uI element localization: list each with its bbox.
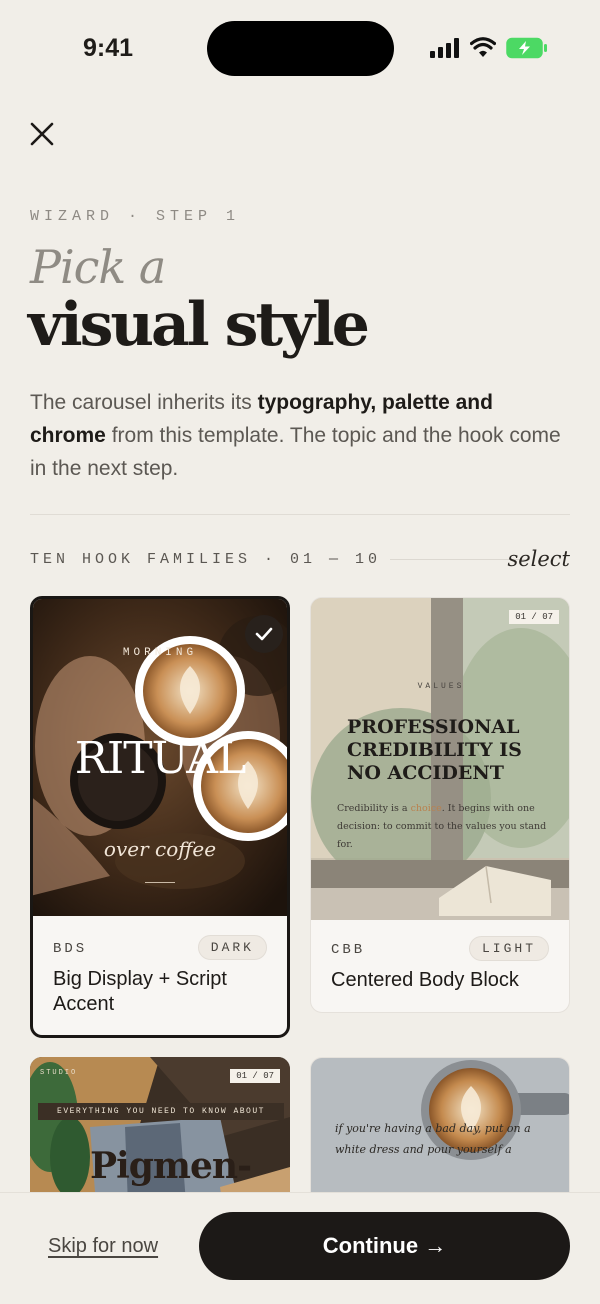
section-label: TEN HOOK FAMILIES · 01 — 10 xyxy=(30,551,382,568)
close-icon[interactable] xyxy=(26,118,58,150)
preview-body: Credibility is a choice. It begins with … xyxy=(337,803,547,850)
preview-kicker: VALUES xyxy=(417,682,465,691)
dynamic-island xyxy=(207,21,394,76)
wizard-step-label: WIZARD · STEP 1 xyxy=(30,208,241,225)
preview-quote: if you're having a bad day, put on a whi… xyxy=(335,1122,531,1156)
cellular-signal-icon xyxy=(430,38,459,58)
preview-banner: EVERYTHING YOU NEED TO KNOW ABOUT xyxy=(38,1103,284,1120)
card-preview: 01 / 07 VALUES PROFESSIONAL CREDIBILITY … xyxy=(311,598,569,920)
card-preview: MORNING RITUAL over coffee xyxy=(33,599,287,919)
preview-headline: Pigmen- xyxy=(90,1145,252,1187)
preview-headline: PROFESSIONAL CREDIBILITY IS NO ACCIDENT xyxy=(347,716,522,784)
style-card-bds[interactable]: MORNING RITUAL over coffee BDS DARK Big … xyxy=(30,596,290,1038)
slide-counter: 01 / 07 xyxy=(509,610,559,624)
status-bar: 9:41 xyxy=(0,0,600,100)
continue-button[interactable]: Continue → xyxy=(199,1212,570,1280)
theme-badge: DARK xyxy=(197,935,267,960)
bottom-action-bar: Skip for now Continue → xyxy=(0,1192,600,1304)
battery-charging-icon xyxy=(506,37,547,59)
wifi-icon xyxy=(470,37,496,57)
page-title: visual style xyxy=(28,290,370,360)
template-name: Centered Body Block xyxy=(331,969,519,991)
preview-kicker: STUDIO xyxy=(40,1069,78,1077)
section-header: TEN HOOK FAMILIES · 01 — 10 select xyxy=(30,545,570,575)
preview-kicker: MORNING xyxy=(122,647,198,659)
template-code: CBB xyxy=(331,942,366,958)
page-title-italic: Pick a xyxy=(30,240,166,294)
preview-headline: RITUAL xyxy=(74,733,247,784)
status-time: 9:41 xyxy=(83,34,134,62)
slide-counter: 01 / 07 xyxy=(230,1069,280,1083)
theme-badge: LIGHT xyxy=(468,936,549,961)
template-name: Big Display + Script Accent xyxy=(53,968,227,1015)
preview-rule xyxy=(145,882,175,883)
skip-link[interactable]: Skip for now xyxy=(48,1235,158,1258)
preview-script: over coffee xyxy=(103,837,217,861)
page-description: The carousel inherits its typography, pa… xyxy=(30,391,561,480)
template-code: BDS xyxy=(53,941,88,957)
style-card-cbb[interactable]: 01 / 07 VALUES PROFESSIONAL CREDIBILITY … xyxy=(310,597,570,1013)
divider xyxy=(30,514,570,515)
select-link[interactable]: select xyxy=(507,547,570,571)
